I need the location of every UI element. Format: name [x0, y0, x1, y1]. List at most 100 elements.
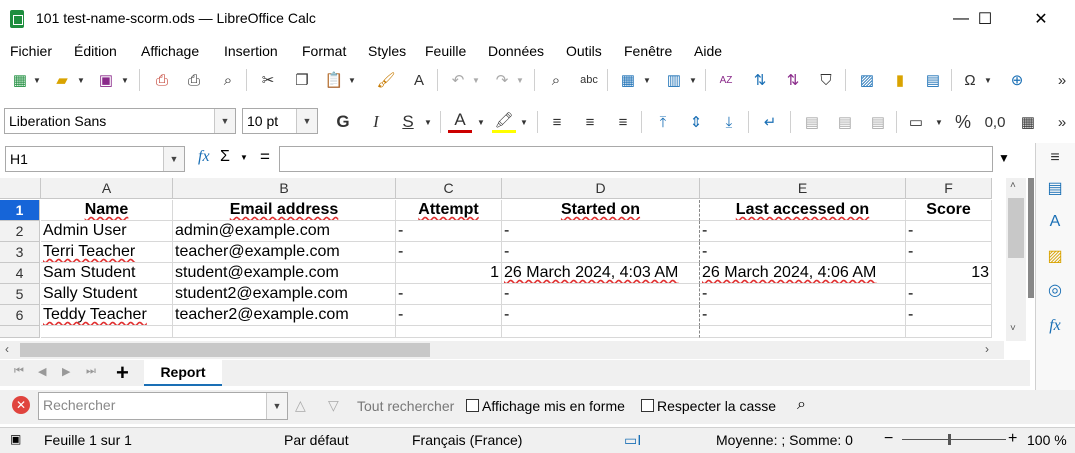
table-cell[interactable]: -: [396, 284, 502, 305]
table-cell[interactable]: [173, 326, 396, 338]
table-cell[interactable]: Sam Student: [41, 263, 173, 284]
selection-summary[interactable]: Moyenne: ; Somme: 0: [716, 432, 853, 448]
scroll-left-icon[interactable]: ‹: [5, 342, 9, 356]
vertical-scrollbar[interactable]: ˄ ˅: [1006, 178, 1026, 341]
sort-descending-icon[interactable]: ⇅: [781, 68, 805, 92]
align-left-icon[interactable]: ≡: [545, 110, 569, 134]
center-vertically-icon[interactable]: ⇕: [684, 110, 708, 134]
match-case-checkbox[interactable]: [641, 399, 654, 412]
underline-dropdown-icon[interactable]: ▼: [424, 110, 432, 134]
paste-dropdown-icon[interactable]: ▼: [348, 68, 356, 92]
align-top-icon[interactable]: ⤒: [651, 110, 675, 134]
table-cell[interactable]: Admin User: [41, 221, 173, 242]
selection-mode-icon[interactable]: ▭Ⅰ: [624, 432, 641, 449]
table-cell[interactable]: teacher@example.com: [173, 242, 396, 263]
print-preview-icon[interactable]: ⌕: [216, 68, 240, 92]
scroll-thumb[interactable]: [20, 343, 430, 357]
table-cell[interactable]: Terri Teacher: [41, 242, 173, 263]
language[interactable]: Français (France): [412, 432, 522, 448]
column-header-a[interactable]: A: [41, 178, 173, 199]
sidebar-menu-icon[interactable]: ≡: [1044, 147, 1066, 169]
table-cell[interactable]: -: [700, 284, 906, 305]
table-cell[interactable]: Teddy Teacher: [41, 305, 173, 326]
navigator-icon[interactable]: ◎: [1044, 279, 1066, 301]
percent-format-icon[interactable]: %: [951, 110, 975, 134]
find-search-input[interactable]: Rechercher: [43, 397, 115, 413]
table-cell[interactable]: -: [396, 305, 502, 326]
export-pdf-icon[interactable]: ⎙: [150, 68, 174, 92]
maximize-button[interactable]: ☐: [962, 0, 1008, 38]
save-icon[interactable]: ▣: [94, 68, 118, 92]
more-options-icon[interactable]: »: [1050, 68, 1074, 92]
new-dropdown-icon[interactable]: ▼: [33, 68, 41, 92]
column-header-e[interactable]: E: [700, 178, 906, 199]
align-center-icon[interactable]: ≡: [578, 110, 602, 134]
close-button[interactable]: ✕: [1018, 0, 1064, 38]
row-header-1[interactable]: 1: [0, 200, 40, 221]
date-format-icon[interactable]: ▦: [1016, 110, 1040, 134]
background-color-dropdown-icon[interactable]: ▼: [520, 110, 528, 134]
table-cell[interactable]: [906, 326, 992, 338]
header-cell[interactable]: Name: [41, 200, 173, 221]
background-color-icon[interactable]: 🖍: [492, 110, 516, 133]
row-dropdown-icon[interactable]: ▼: [643, 68, 651, 92]
redo-dropdown-icon[interactable]: ▼: [516, 68, 524, 92]
underline-icon[interactable]: S: [396, 110, 420, 134]
font-color-icon[interactable]: A: [448, 110, 472, 133]
zoom-slider-thumb[interactable]: [948, 434, 951, 445]
menu-donnees[interactable]: Données: [488, 43, 544, 59]
new-document-icon[interactable]: ▦: [8, 68, 32, 92]
open-dropdown-icon[interactable]: ▼: [77, 68, 85, 92]
table-cell[interactable]: -: [906, 221, 992, 242]
row-header-5[interactable]: 5: [0, 284, 40, 305]
properties-icon[interactable]: ▤: [1044, 177, 1066, 199]
sidebar-splitter[interactable]: [1028, 178, 1034, 298]
sheet-tab-report[interactable]: Report: [144, 360, 222, 386]
special-character-dropdown-icon[interactable]: ▼: [984, 68, 992, 92]
table-cell[interactable]: student@example.com: [173, 263, 396, 284]
gallery-icon[interactable]: ▨: [1044, 245, 1066, 267]
chevron-down-icon[interactable]: ▼: [296, 109, 317, 133]
find-all-button[interactable]: Tout rechercher: [357, 398, 454, 414]
merge-center-icon[interactable]: ▤: [833, 110, 857, 134]
merge-cells-icon[interactable]: ▤: [800, 110, 824, 134]
table-cell[interactable]: -: [700, 221, 906, 242]
save-dropdown-icon[interactable]: ▼: [121, 68, 129, 92]
table-cell[interactable]: teacher2@example.com: [173, 305, 396, 326]
row-header-7[interactable]: [0, 326, 40, 338]
add-sheet-button[interactable]: +: [116, 360, 129, 386]
copy-icon[interactable]: ❐: [290, 68, 314, 92]
undo-dropdown-icon[interactable]: ▼: [472, 68, 480, 92]
find-search-combo[interactable]: Rechercher ▼: [38, 392, 288, 420]
menu-edition[interactable]: Édition: [74, 43, 117, 59]
menu-outils[interactable]: Outils: [566, 43, 602, 59]
header-cell[interactable]: Score: [906, 200, 992, 221]
bold-icon[interactable]: G: [331, 110, 355, 134]
first-sheet-icon[interactable]: ⏮: [14, 365, 24, 378]
spreadsheet-grid[interactable]: A B C D E F 1 2 3 4 5 6 Name Email addre…: [0, 178, 1000, 341]
menu-feuille[interactable]: Feuille: [425, 43, 466, 59]
print-icon[interactable]: ⎙: [182, 68, 206, 92]
styles-icon[interactable]: A: [1044, 211, 1066, 233]
chevron-down-icon[interactable]: ▼: [214, 109, 235, 133]
row-header-6[interactable]: 6: [0, 305, 40, 326]
sum-dropdown-icon[interactable]: ▼: [240, 153, 248, 162]
header-cell[interactable]: Attempt: [396, 200, 502, 221]
number-format-icon[interactable]: 0,0: [983, 110, 1007, 134]
spelling-icon[interactable]: abc: [577, 68, 601, 92]
formatted-display-option[interactable]: Affichage mis en forme: [466, 398, 625, 414]
scroll-down-icon[interactable]: ˅: [1010, 323, 1016, 334]
undo-icon[interactable]: ↶: [446, 68, 470, 92]
menu-fenetre[interactable]: Fenêtre: [624, 43, 672, 59]
table-cell[interactable]: Sally Student: [41, 284, 173, 305]
pivot-table-icon[interactable]: ▤: [921, 68, 945, 92]
align-right-icon[interactable]: ≡: [611, 110, 635, 134]
menu-format[interactable]: Format: [302, 43, 346, 59]
select-all-corner[interactable]: [0, 178, 41, 199]
zoom-slider[interactable]: [902, 439, 1006, 440]
next-sheet-icon[interactable]: ▶: [62, 365, 70, 378]
sort-ascending-icon[interactable]: ⇅: [748, 68, 772, 92]
currency-format-icon[interactable]: ▭: [904, 110, 928, 134]
row-icon[interactable]: ▦: [616, 68, 640, 92]
menu-styles[interactable]: Styles: [368, 43, 406, 59]
